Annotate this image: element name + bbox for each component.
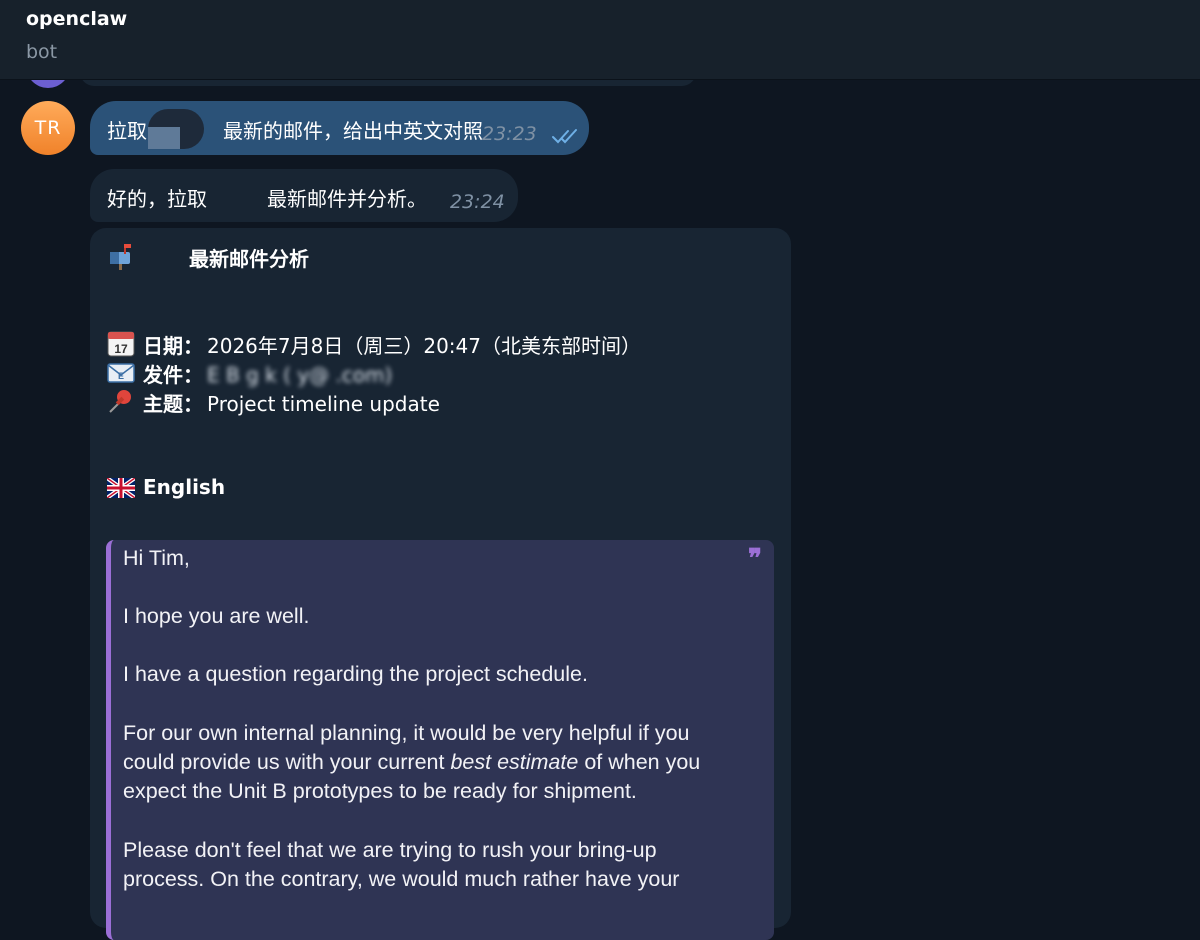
english-label: English	[143, 475, 226, 499]
email-subject-row: 主题： Project timeline update	[107, 387, 440, 417]
email-sender-row: E 发件： E B g k ( y@ .com)	[107, 358, 392, 388]
svg-text:17: 17	[114, 342, 128, 356]
incoming-message[interactable]: 好的，拉取 最新邮件并分析。 23:24	[90, 169, 518, 222]
analysis-title: 最新邮件分析	[107, 242, 309, 272]
quote-line: For our own internal planning, it would …	[123, 721, 690, 745]
pushpin-icon	[109, 390, 131, 413]
quote-line: I hope you are well.	[123, 604, 310, 628]
message-text-part: 好的，拉取	[107, 187, 207, 211]
quote-text-part: could provide us with your current	[123, 750, 445, 774]
subject-label: 主题：	[143, 392, 203, 416]
subject-value: Project timeline update	[207, 392, 440, 416]
message-text-part: 拉取	[107, 119, 147, 143]
message-time: 23:23	[482, 123, 537, 145]
avatar[interactable]: TR	[21, 101, 75, 155]
envelope-icon: E	[107, 363, 135, 383]
quote-text-part: of when you	[584, 750, 701, 774]
quote-line: Hi Tim,	[123, 546, 190, 570]
date-value: 2026年7月8日（周三）20:47（北美东部时间）	[207, 334, 641, 358]
english-section-header: English	[107, 475, 225, 499]
analysis-title-text: 最新邮件分析	[189, 247, 309, 271]
message-text-part: 最新邮件并分析。	[267, 187, 427, 211]
email-quote-block: ❞ Hi Tim, I hope you are well. I have a …	[106, 540, 774, 940]
chat-header[interactable]: openclaw bot	[0, 0, 1200, 80]
outgoing-message[interactable]: 拉取 最新的邮件，给出中英文对照 23:23	[90, 101, 589, 155]
quote-emphasis: best estimate	[450, 750, 579, 774]
message-text: 好的，拉取 最新邮件并分析。	[107, 183, 427, 212]
chat-status: bot	[26, 41, 58, 63]
sender-label: 发件：	[143, 363, 203, 387]
redaction-mask	[148, 127, 180, 149]
avatar-initials: TR	[34, 117, 62, 139]
mailbox-icon	[110, 244, 131, 270]
quote-line: I have a question regarding the project …	[123, 662, 588, 686]
calendar-icon: 17	[107, 331, 135, 357]
quote-line: expect the Unit B prototypes to be ready…	[123, 779, 637, 803]
uk-flag-icon	[107, 478, 135, 498]
sender-value-redacted: E B g k ( y@ .com)	[207, 363, 393, 387]
date-label: 日期：	[143, 334, 203, 358]
chat-title: openclaw	[26, 8, 128, 30]
read-checkmarks-icon	[552, 129, 577, 144]
quote-line: Please don't feel that we are trying to …	[123, 838, 657, 862]
quote-line: process. On the contrary, we would much …	[123, 867, 680, 891]
email-date-row: 17 日期： 2026年7月8日（周三）20:47（北美东部时间）	[107, 329, 641, 359]
message-text-part: 最新的邮件，给出中英文对照	[223, 119, 483, 143]
message-time: 23:24	[450, 191, 505, 213]
email-analysis-message[interactable]: 最新邮件分析 17 日期： 2026年7月8日（周三）20:47（北美东部时间） …	[90, 228, 791, 940]
svg-text:E: E	[118, 371, 124, 381]
quote-line: could provide us with your current best …	[123, 748, 763, 777]
